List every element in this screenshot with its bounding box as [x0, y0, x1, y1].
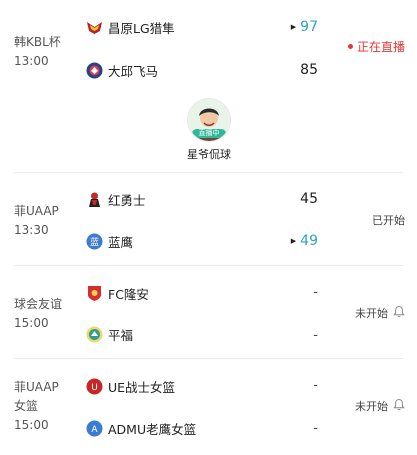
match-row[interactable]: 球会友谊 15:00 FC隆安 平福 - - 未开始 [0, 265, 417, 358]
daegu-pegasus-logo [86, 62, 103, 79]
away-team-name: 大邱飞马 [108, 63, 159, 79]
ue-warriors-logo: U [86, 378, 103, 395]
league-name: 韩KBL杯 [14, 35, 61, 49]
red-warriors-logo [86, 191, 103, 208]
fc-longan-logo [86, 285, 103, 302]
home-team-name: 昌原LG猎隼 [108, 20, 175, 36]
match-list: 韩KBL杯 13:00 昌原LG猎隼 大邱飞马 ▶ 97 85 正在直播 直播中… [0, 0, 417, 455]
home-score: ▶ 97 [272, 17, 318, 37]
match-status: 已开始 [372, 214, 405, 227]
blue-eagles-logo: 蓝 [86, 233, 103, 250]
bell-icon[interactable] [393, 398, 405, 414]
away-score: - [313, 421, 318, 436]
leading-indicator-icon: ▶ [290, 237, 297, 245]
divider [14, 265, 403, 266]
league-info: 韩KBL杯 13:00 [14, 33, 61, 71]
live-tag: 直播中 [192, 129, 226, 138]
away-score: - [313, 328, 318, 343]
league-info: 球会友谊 15:00 [14, 295, 62, 333]
away-team[interactable]: 大邱飞马 [86, 60, 158, 80]
away-team[interactable]: A ADMU老鹰女篮 [86, 418, 196, 438]
streamer[interactable]: 直播中 星爷侃球 [186, 98, 232, 162]
blue-eagles-logo-text: 蓝 [90, 236, 99, 248]
status-label: 未开始 [355, 307, 388, 320]
match-time: 15:00 [14, 316, 49, 330]
league-name: 球会友谊 [14, 297, 63, 311]
away-team-name: 蓝鹰 [108, 234, 134, 250]
away-team[interactable]: 平福 [86, 324, 133, 344]
home-team[interactable]: 昌原LG猎隼 [86, 17, 175, 37]
streamer-avatar[interactable]: 直播中 [187, 98, 231, 142]
away-score-value: 49 [300, 233, 318, 249]
away-team-name: ADMU老鹰女篮 [108, 421, 197, 437]
league-info: 菲UAAP 13:30 [14, 202, 59, 240]
league-subname: 女篮 [14, 399, 39, 413]
match-row[interactable]: 菲UAAP 13:30 红勇士 蓝 蓝鹰 45 ▶ 49 已开始 [0, 172, 417, 265]
status-label: 未开始 [355, 400, 388, 413]
ue-warriors-logo-text: U [91, 383, 98, 393]
match-status: 未开始 [355, 305, 405, 321]
home-score: - [313, 285, 318, 300]
admu-eagles-logo-text: A [91, 425, 98, 435]
home-score: - [313, 378, 318, 393]
lg-sakers-logo [86, 19, 103, 36]
match-time: 15:00 [14, 418, 49, 432]
league-name: 菲UAAP [14, 380, 59, 394]
streamer-name: 星爷侃球 [187, 148, 231, 161]
away-team[interactable]: 蓝 蓝鹰 [86, 231, 133, 251]
binh-phuoc-logo [86, 326, 103, 343]
match-status: 未开始 [355, 398, 405, 414]
bell-icon[interactable] [393, 305, 405, 321]
match-row[interactable]: 韩KBL杯 13:00 昌原LG猎隼 大邱飞马 ▶ 97 85 正在直播 直播中… [0, 0, 417, 172]
home-team[interactable]: FC隆安 [86, 283, 149, 303]
divider [14, 358, 403, 359]
leading-indicator-icon: ▶ [290, 23, 297, 31]
match-time: 13:30 [14, 223, 49, 237]
admu-eagles-logo: A [86, 420, 103, 437]
status-label: 正在直播 [356, 40, 405, 54]
league-info: 菲UAAP 女篮 15:00 [14, 378, 59, 435]
home-team[interactable]: 红勇士 [86, 189, 146, 209]
league-name: 菲UAAP [14, 204, 59, 218]
away-team-name: 平福 [108, 327, 134, 343]
home-team-name: 红勇士 [108, 192, 146, 208]
live-status[interactable]: 正在直播 [347, 38, 405, 55]
home-score: 45 [300, 191, 318, 207]
match-time: 13:00 [14, 54, 49, 68]
home-team-name: UE战士女篮 [108, 379, 176, 395]
home-score-value: 97 [300, 19, 318, 35]
away-score: 85 [300, 62, 318, 78]
divider [14, 172, 403, 173]
home-team[interactable]: U UE战士女篮 [86, 376, 175, 396]
home-team-name: FC隆安 [108, 286, 149, 302]
away-score: ▶ 49 [272, 231, 318, 251]
match-row[interactable]: 菲UAAP 女篮 15:00 U UE战士女篮 A ADMU老鹰女篮 - - 未… [0, 358, 417, 455]
live-dot-icon [347, 44, 353, 49]
